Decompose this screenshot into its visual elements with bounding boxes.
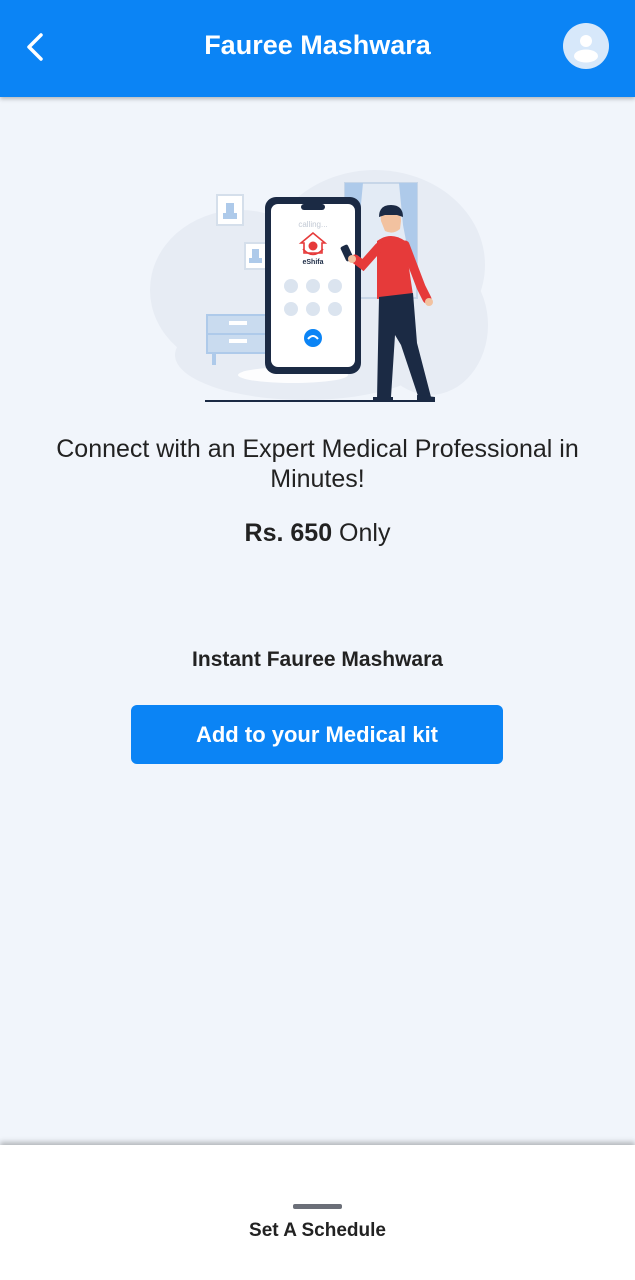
price-text: Rs. 650 Only <box>0 519 635 548</box>
price-amount: Rs. 650 <box>244 519 333 547</box>
calling-status-text: calling... <box>298 220 327 229</box>
service-title: Instant Fauree Mashwara <box>192 648 443 671</box>
price-suffix: Only <box>339 519 391 547</box>
drag-handle[interactable] <box>293 1204 342 1209</box>
add-to-medical-kit-button[interactable]: Add to your Medical kit <box>131 705 503 764</box>
phone: calling... eShifa <box>265 197 361 374</box>
page-title: Fauree Mashwara <box>204 30 431 60</box>
profile-avatar-button[interactable] <box>563 23 609 69</box>
schedule-bottom-sheet[interactable]: Set A Schedule <box>0 1145 635 1280</box>
user-icon <box>574 35 598 63</box>
app-screen: Fauree Mashwara calling... eShifa Connec… <box>0 0 635 1280</box>
top-app-bar: Fauree Mashwara <box>0 0 635 97</box>
brand-label: eShifa <box>302 259 323 266</box>
tagline-text: Connect with an Expert Medical Professio… <box>56 435 579 493</box>
set-schedule-label[interactable]: Set A Schedule <box>0 1220 635 1242</box>
calling-doctor-illustration: calling... eShifa <box>150 170 488 402</box>
